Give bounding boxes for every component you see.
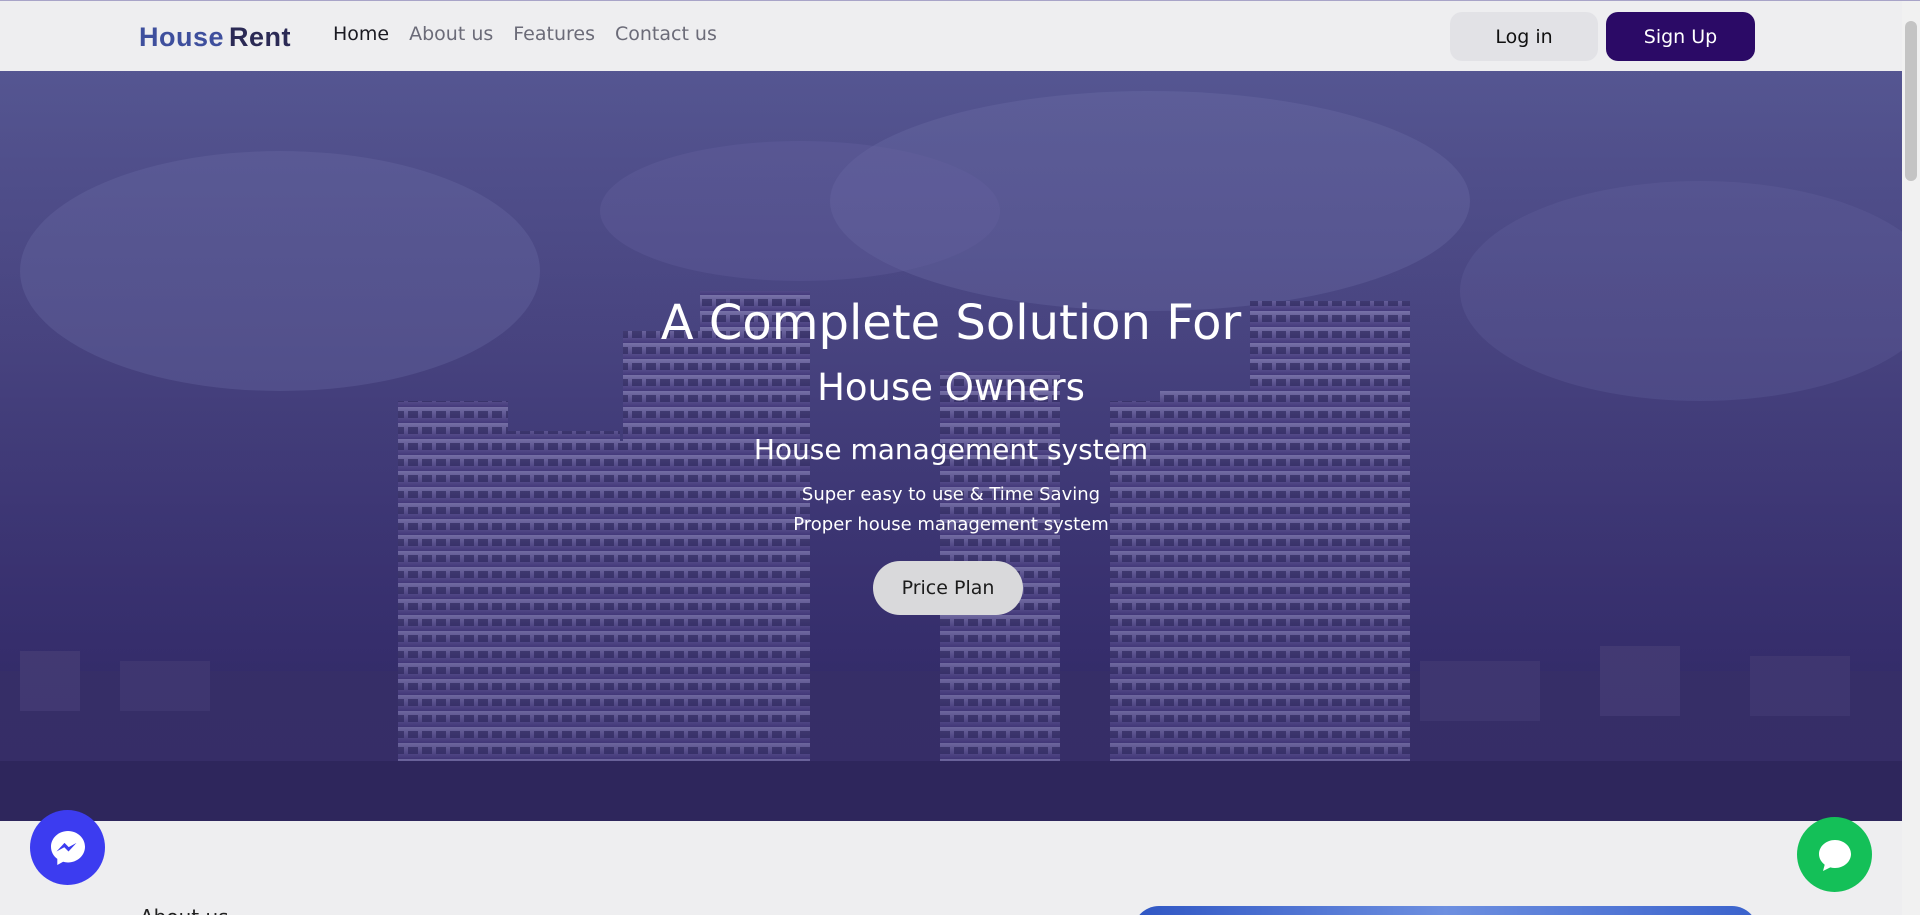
hero-section: A Complete Solution For House Owners Hou… (0, 71, 1902, 821)
nav-home[interactable]: Home (333, 23, 389, 45)
logo-rent-text: Rent (229, 22, 292, 52)
nav-contact-us[interactable]: Contact us (615, 23, 717, 45)
page-scrollbar[interactable] (1902, 1, 1920, 915)
logo-house-text: House (139, 22, 225, 52)
chat-button[interactable] (1797, 817, 1872, 892)
chat-bubble-icon (1818, 839, 1851, 871)
main-nav: Home About us Features Contact us (333, 23, 717, 45)
hero-tagline-1: Super easy to use & Time Saving (801, 484, 1101, 505)
scrollbar-thumb[interactable] (1905, 21, 1917, 181)
messenger-icon (50, 830, 85, 865)
nav-about-us[interactable]: About us (409, 23, 493, 45)
hero-title: A Complete Solution For (660, 295, 1242, 351)
hero-subtitle: House Owners (817, 366, 1085, 409)
signup-button[interactable]: Sign Up (1606, 12, 1755, 61)
login-button[interactable]: Log in (1450, 12, 1598, 61)
messenger-button[interactable] (30, 810, 105, 885)
price-plan-button[interactable]: Price Plan (873, 561, 1023, 615)
hero-content: A Complete Solution For House Owners Hou… (0, 71, 1902, 821)
hero-tagline-2: Proper house management system (793, 514, 1109, 535)
about-us-heading: About us (140, 905, 229, 915)
hero-subtitle-2: House management system (753, 433, 1149, 466)
house-rent-logo[interactable]: House Rent (139, 19, 291, 53)
about-image (1133, 906, 1758, 915)
nav-features[interactable]: Features (513, 23, 595, 45)
top-navbar: House Rent Home About us Features Contac… (0, 1, 1902, 71)
